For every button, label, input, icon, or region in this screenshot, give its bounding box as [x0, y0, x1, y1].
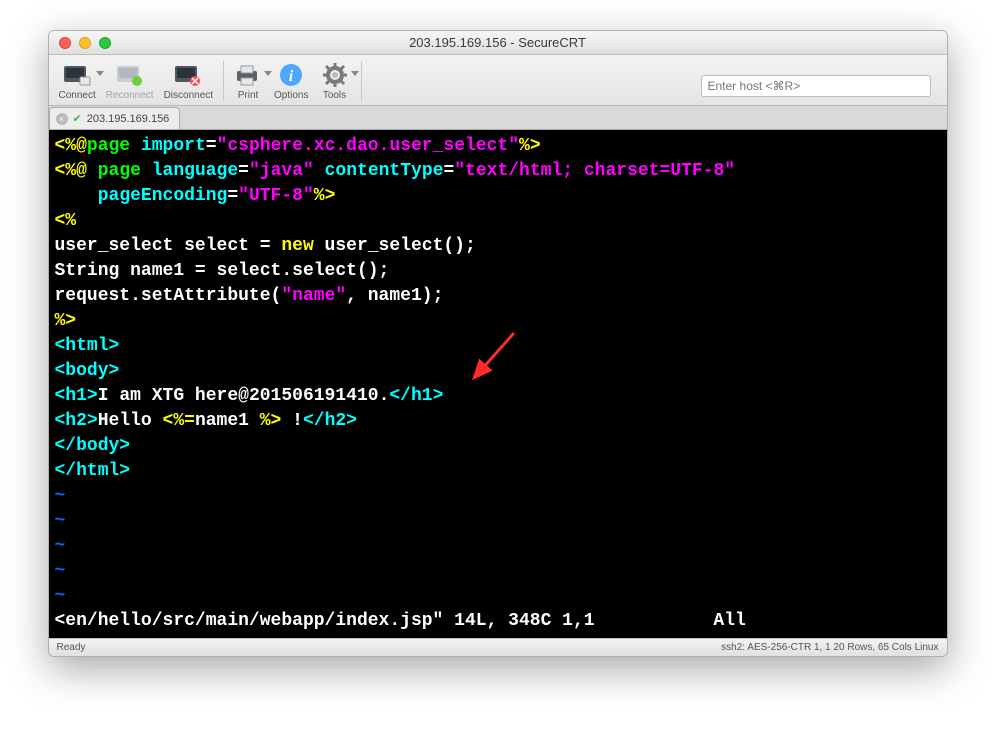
- connect-label: Connect: [59, 90, 96, 101]
- close-window-icon[interactable]: [59, 37, 71, 49]
- close-tab-icon[interactable]: ×: [56, 113, 68, 125]
- reconnect-label: Reconnect: [106, 90, 154, 101]
- options-button[interactable]: i Options: [274, 61, 308, 101]
- annotation-arrow-icon: [459, 328, 519, 388]
- status-right: ssh2: AES-256-CTR 1, 1 20 Rows, 65 Cols …: [721, 642, 938, 653]
- titlebar: 203.195.169.156 - SecureCRT: [49, 31, 947, 55]
- tools-label: Tools: [323, 90, 346, 101]
- chevron-down-icon[interactable]: [264, 71, 272, 76]
- disconnect-icon: [172, 61, 204, 89]
- tabbar: × ✔ 203.195.169.156: [49, 106, 947, 130]
- disconnect-label: Disconnect: [164, 90, 213, 101]
- disconnect-button[interactable]: Disconnect: [164, 61, 213, 101]
- status-left: Ready: [57, 642, 86, 653]
- window-title: 203.195.169.156 - SecureCRT: [49, 35, 947, 50]
- tools-button[interactable]: Tools: [319, 61, 351, 101]
- host-input[interactable]: [701, 75, 931, 97]
- tools-icon: [319, 61, 351, 89]
- print-label: Print: [238, 90, 259, 101]
- zoom-window-icon[interactable]: [99, 37, 111, 49]
- statusbar: Ready ssh2: AES-256-CTR 1, 1 20 Rows, 65…: [49, 638, 947, 656]
- connect-button[interactable]: Connect: [59, 61, 96, 101]
- minimize-window-icon[interactable]: [79, 37, 91, 49]
- session-tab[interactable]: × ✔ 203.195.169.156: [49, 107, 181, 129]
- options-label: Options: [274, 90, 308, 101]
- svg-text:i: i: [289, 68, 294, 85]
- app-window: 203.195.169.156 - SecureCRT Connect Reco…: [48, 30, 948, 657]
- tab-label: 203.195.169.156: [87, 113, 170, 125]
- chevron-down-icon[interactable]: [351, 71, 359, 76]
- connect-icon: [61, 61, 93, 89]
- toolbar: Connect Reconnect Disconnect: [49, 55, 947, 106]
- print-button[interactable]: Print: [232, 61, 264, 101]
- reconnect-icon: [114, 61, 146, 89]
- chevron-down-icon[interactable]: [96, 71, 104, 76]
- window-controls: [49, 37, 111, 49]
- terminal[interactable]: <%@page import="csphere.xc.dao.user_sele…: [49, 130, 947, 638]
- options-icon: i: [275, 61, 307, 89]
- connected-icon: ✔: [73, 112, 82, 125]
- print-icon: [232, 61, 264, 89]
- reconnect-button[interactable]: Reconnect: [106, 61, 154, 101]
